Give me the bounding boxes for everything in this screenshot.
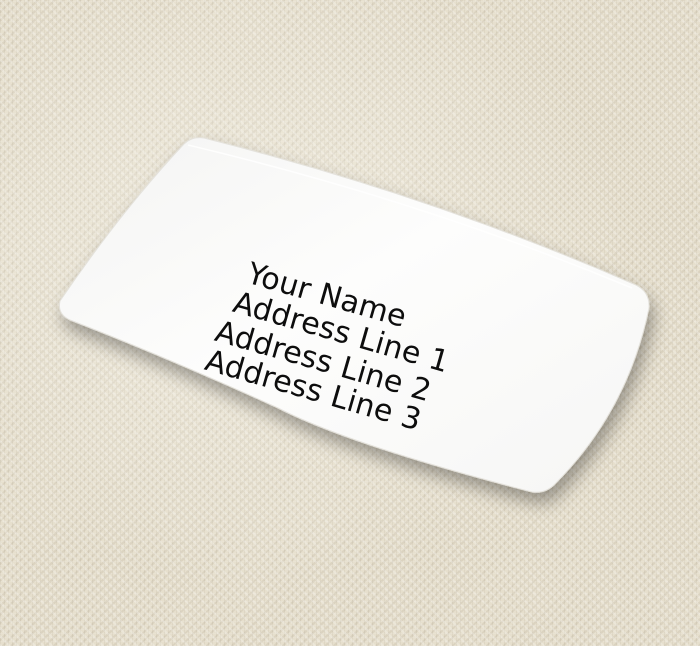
address-label-sticker — [59, 137, 650, 493]
label-body — [59, 137, 650, 493]
